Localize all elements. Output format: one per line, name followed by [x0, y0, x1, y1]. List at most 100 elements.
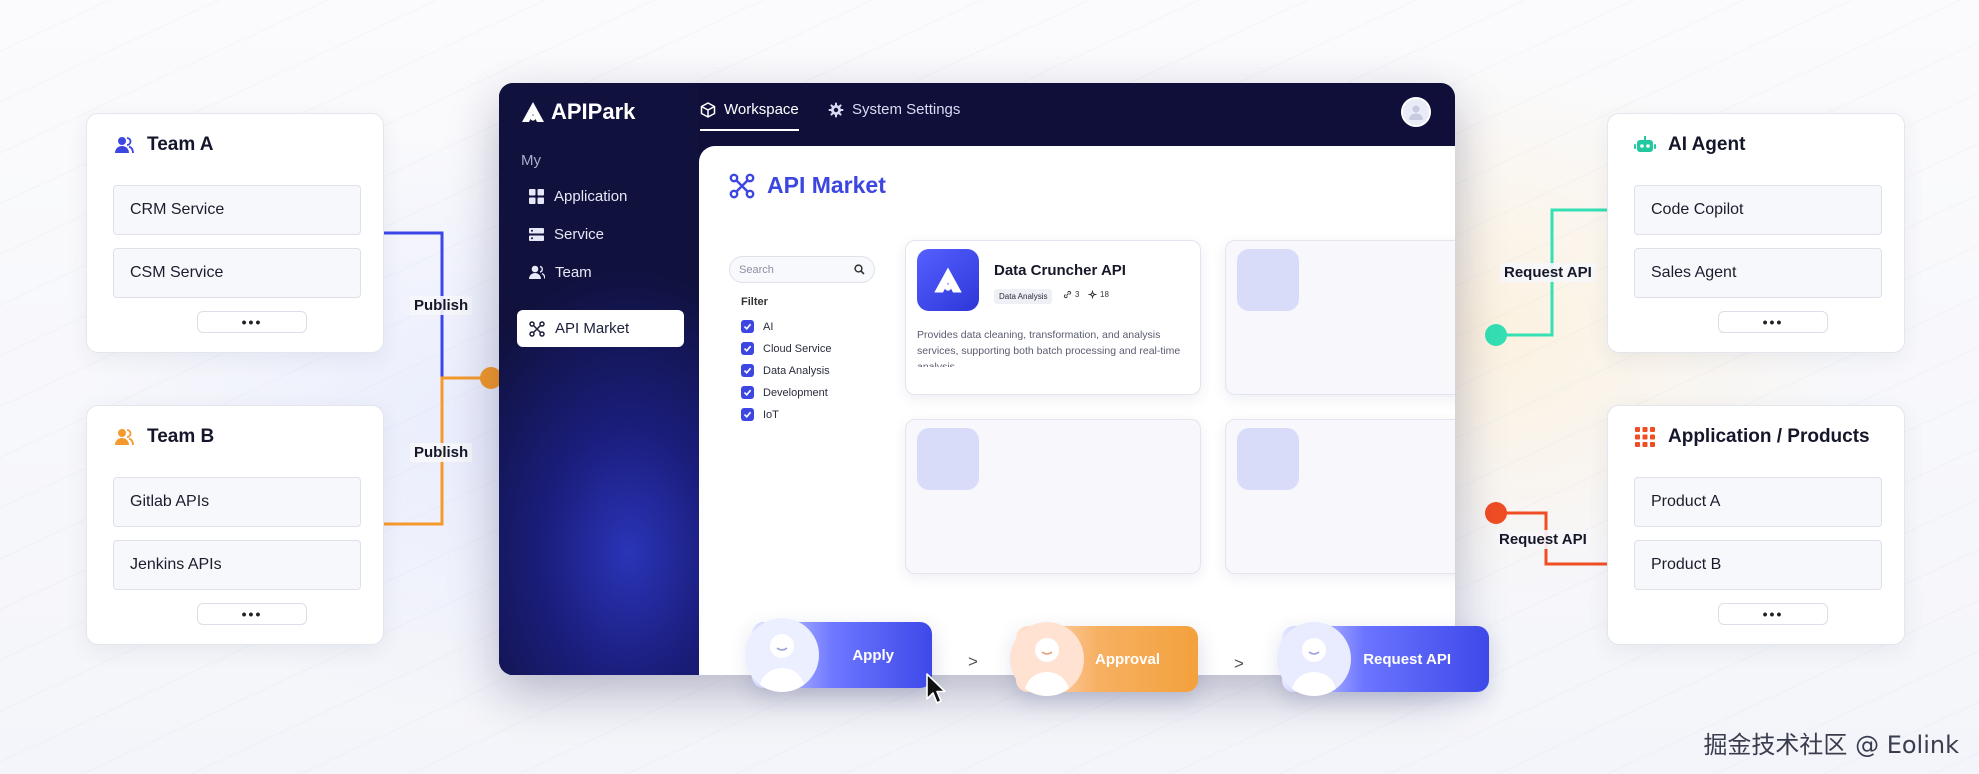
placeholder-icon: [1237, 428, 1299, 490]
service-item[interactable]: CSM Service: [113, 248, 361, 298]
team-b-header: Team B: [113, 426, 214, 448]
service-item[interactable]: Jenkins APIs: [113, 540, 361, 590]
tab-workspace[interactable]: Workspace: [700, 101, 799, 131]
agent-item[interactable]: Sales Agent: [1634, 248, 1882, 298]
api-card-data-cruncher[interactable]: Data Cruncher API Data Analysis 3 18 Pro…: [905, 240, 1201, 395]
sidebar-item-application[interactable]: Application: [529, 188, 627, 205]
tab-workspace-label: Workspace: [724, 101, 799, 118]
sidebar-item-team[interactable]: Team: [529, 264, 592, 281]
request-api-step-label: Request API: [1363, 650, 1451, 668]
filter-option-development[interactable]: Development: [741, 386, 828, 399]
flow-separator: >: [968, 652, 978, 671]
sidebar-item-service[interactable]: Service: [529, 226, 604, 243]
apply-step-label: Apply: [852, 646, 894, 664]
server-icon: [529, 228, 544, 241]
watermark: 掘金技术社区 @ Eolink: [1703, 731, 1959, 759]
placeholder-icon: [1237, 249, 1299, 311]
sidebar-item-label: Team: [555, 264, 592, 281]
avatar: [745, 618, 819, 692]
sidebar-item-label: Service: [554, 226, 605, 243]
network-icon: [729, 173, 755, 198]
logo-text: APIPark: [551, 99, 636, 124]
nav-section-my: My: [521, 152, 541, 169]
api-card-placeholder[interactable]: [1225, 419, 1455, 574]
request-label-products: Request API: [1495, 530, 1591, 549]
filter-option-data-analysis[interactable]: Data Analysis: [741, 364, 830, 377]
sidebar: [499, 83, 699, 675]
calls-count-value: 18: [1100, 290, 1109, 299]
checkbox-checked-icon: [741, 408, 754, 421]
filter-option-label: Data Analysis: [763, 364, 830, 377]
more-button[interactable]: •••: [197, 603, 307, 625]
applications-title: Application / Products: [1668, 426, 1870, 447]
api-description: Provides data cleaning, transformation, …: [917, 329, 1181, 367]
team-b-card: Team B Gitlab APIs Jenkins APIs •••: [86, 405, 384, 645]
ai-agent-header: AI Agent: [1634, 134, 1745, 156]
apipark-logo-icon: [917, 249, 979, 311]
api-name: Data Cruncher API: [994, 262, 1126, 279]
applications-card: Application / Products Product A Product…: [1607, 405, 1905, 645]
filter-option-cloud-service[interactable]: Cloud Service: [741, 342, 831, 355]
apipark-window: APIPark Workspace System Settings My App…: [499, 83, 1455, 675]
filter-option-iot[interactable]: IoT: [741, 408, 779, 421]
calls-count: 18: [1088, 290, 1109, 299]
api-card-placeholder[interactable]: [1225, 240, 1455, 395]
page-title-text: API Market: [767, 172, 886, 198]
topbar: APIPark Workspace System Settings: [499, 83, 1455, 146]
robot-icon: [1634, 134, 1656, 156]
filter-title: Filter: [741, 296, 768, 308]
product-item[interactable]: Product B: [1634, 540, 1882, 590]
tab-system-settings-label: System Settings: [852, 101, 961, 118]
request-node-products: [1485, 502, 1507, 524]
sidebar-item-label: Application: [554, 188, 628, 205]
network-small-icon: [1088, 290, 1097, 299]
tab-active-underline: [700, 129, 799, 131]
sidebar-item-label: API Market: [555, 320, 630, 337]
request-label-ai: Request API: [1500, 263, 1596, 282]
team-a-header: Team A: [113, 134, 214, 156]
link-icon: [1063, 290, 1072, 299]
approval-step-label: Approval: [1094, 650, 1160, 668]
mouse-cursor-icon: [926, 673, 946, 704]
agent-item[interactable]: Code Copilot: [1634, 185, 1882, 235]
search-placeholder: Search: [739, 263, 774, 276]
category-tag: Data Analysis: [994, 289, 1053, 304]
page-title: API Market: [729, 172, 886, 199]
applications-header: Application / Products: [1634, 426, 1870, 448]
grid-icon: [1634, 426, 1656, 448]
checkbox-checked-icon: [741, 342, 754, 355]
filter-option-label: Development: [763, 386, 828, 399]
main-content: API Market Search Filter AI Cloud Servic…: [699, 146, 1455, 675]
tab-system-settings[interactable]: System Settings: [828, 101, 960, 118]
links-count-value: 3: [1075, 290, 1080, 299]
user-avatar[interactable]: [1401, 97, 1431, 127]
more-button[interactable]: •••: [1718, 603, 1828, 625]
team-a-card: Team A CRM Service CSM Service •••: [86, 113, 384, 353]
service-item[interactable]: Gitlab APIs: [113, 477, 361, 527]
user-icon: [113, 426, 135, 448]
publish-label-a: Publish: [410, 296, 473, 315]
avatar: [1010, 622, 1084, 696]
checkbox-checked-icon: [741, 364, 754, 377]
grid-icon: [529, 189, 544, 204]
filter-option-ai[interactable]: AI: [741, 320, 773, 333]
product-item[interactable]: Product A: [1634, 477, 1882, 527]
more-button[interactable]: •••: [1718, 311, 1828, 333]
ai-agent-card: AI Agent Code Copilot Sales Agent •••: [1607, 113, 1905, 353]
avatar-person-icon: [1409, 105, 1423, 120]
more-button[interactable]: •••: [197, 311, 307, 333]
gear-icon: [828, 102, 844, 117]
ai-agent-title: AI Agent: [1668, 134, 1746, 155]
filter-option-label: AI: [763, 320, 774, 333]
user-icon: [113, 134, 135, 156]
sidebar-item-api-market[interactable]: API Market: [517, 310, 684, 347]
apipark-logo-icon: [522, 102, 544, 122]
service-item[interactable]: CRM Service: [113, 185, 361, 235]
team-a-title: Team A: [147, 134, 214, 155]
logo: APIPark: [521, 99, 635, 125]
placeholder-icon: [917, 428, 979, 490]
api-card-placeholder[interactable]: [905, 419, 1201, 574]
links-count: 3: [1063, 290, 1079, 299]
filter-option-label: Cloud Service: [763, 342, 832, 355]
search-input[interactable]: Search: [729, 256, 875, 283]
